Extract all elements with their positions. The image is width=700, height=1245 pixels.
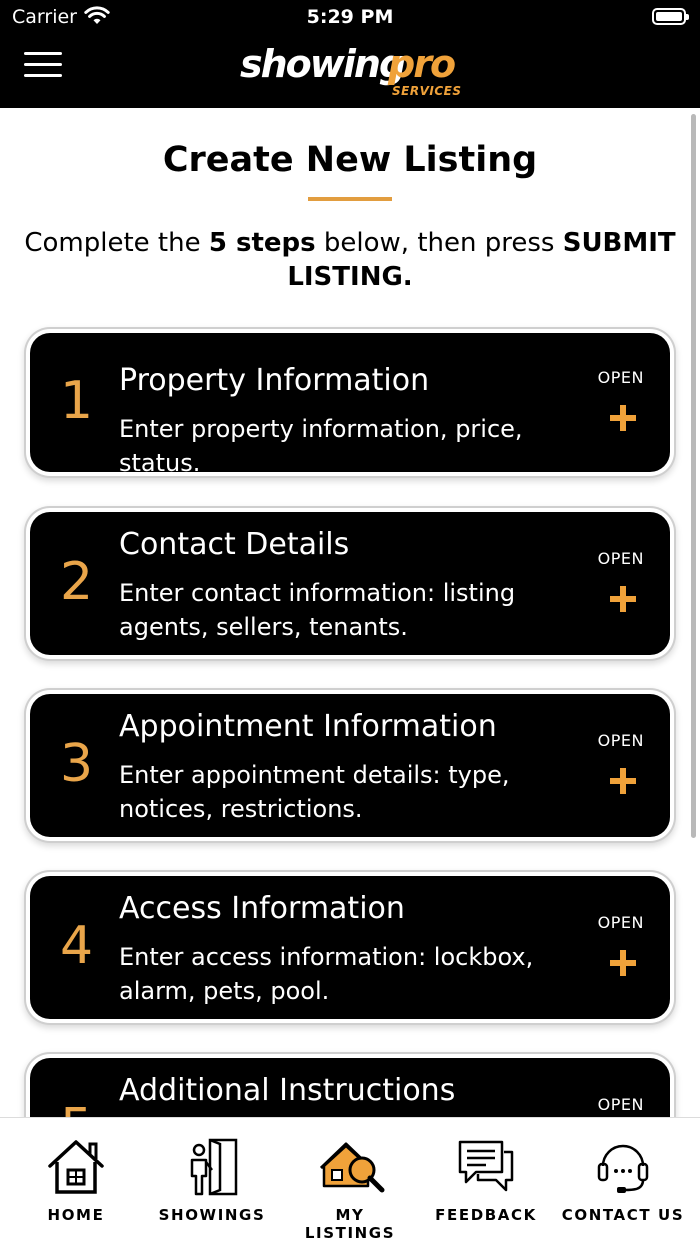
step-number: 4 bbox=[60, 916, 94, 976]
step-title: Access Information bbox=[119, 891, 405, 926]
feedback-icon bbox=[456, 1136, 516, 1196]
logo-word-pro: pro bbox=[388, 42, 456, 86]
intro-steps-count: 5 steps bbox=[208, 228, 316, 258]
step-number: 3 bbox=[60, 734, 94, 794]
plus-icon[interactable] bbox=[610, 586, 636, 612]
hamburger-menu-icon[interactable] bbox=[24, 52, 64, 78]
intro-middle: below, then press bbox=[315, 228, 563, 258]
scrollbar[interactable] bbox=[691, 114, 696, 838]
status-bar: Carrier 5:29 PM bbox=[0, 0, 700, 36]
battery-icon bbox=[652, 8, 689, 25]
nav-contact-us[interactable]: CONTACT US bbox=[561, 1118, 685, 1245]
plus-icon[interactable] bbox=[610, 405, 636, 431]
page-title: Create New Listing bbox=[162, 140, 538, 180]
my-listings-icon bbox=[319, 1136, 385, 1196]
step-card-appointment-information[interactable]: 3 Appointment Information Enter appointm… bbox=[30, 694, 670, 837]
nav-showings[interactable]: SHOWINGS bbox=[152, 1118, 272, 1245]
nav-my-listings[interactable]: MY LISTINGS bbox=[290, 1118, 410, 1245]
plus-icon[interactable] bbox=[610, 768, 636, 794]
plus-icon[interactable] bbox=[610, 950, 636, 976]
nav-contact-us-label: CONTACT US bbox=[561, 1206, 685, 1224]
nav-home[interactable]: HOME bbox=[16, 1118, 136, 1245]
step-title: Additional Instructions bbox=[119, 1073, 456, 1108]
step-title: Contact Details bbox=[119, 527, 350, 562]
nav-feedback[interactable]: FEEDBACK bbox=[426, 1118, 546, 1245]
step-description: Enter access information: lockbox, alarm… bbox=[119, 943, 534, 1005]
logo-word-showing: showing bbox=[240, 42, 406, 86]
step-description: Enter appointment details: type, notices… bbox=[119, 761, 510, 823]
title-underline bbox=[308, 197, 392, 201]
step-open-label[interactable]: OPEN bbox=[598, 913, 644, 932]
nav-showings-label: SHOWINGS bbox=[158, 1206, 266, 1224]
step-card-access-information[interactable]: 4 Access Information Enter access inform… bbox=[30, 876, 670, 1019]
bottom-nav: HOME SHOWINGS MY LISTINGS FEEDBACK CONTA… bbox=[0, 1117, 700, 1245]
nav-home-label: HOME bbox=[47, 1206, 105, 1224]
step-description: Enter property information, price, statu… bbox=[119, 415, 523, 477]
step-card-property-information[interactable]: 1 Property Information Enter property in… bbox=[30, 333, 670, 477]
step-card-contact-details[interactable]: 2 Contact Details Enter contact informat… bbox=[30, 512, 670, 655]
step-title: Appointment Information bbox=[119, 709, 497, 744]
showing-pro-logo: showing pro SERVICES bbox=[238, 42, 468, 102]
step-number: 2 bbox=[60, 552, 94, 612]
step-open-label[interactable]: OPEN bbox=[598, 731, 644, 750]
showings-icon bbox=[182, 1136, 242, 1196]
step-title: Property Information bbox=[119, 363, 430, 398]
nav-feedback-label: FEEDBACK bbox=[435, 1206, 537, 1224]
status-time: 5:29 PM bbox=[306, 6, 394, 28]
contact-us-icon bbox=[593, 1136, 653, 1196]
step-open-label[interactable]: OPEN bbox=[598, 368, 644, 387]
intro-prefix: Complete the bbox=[24, 228, 209, 258]
intro-text: Complete the 5 steps below, then press S… bbox=[20, 226, 680, 294]
logo-word-services: SERVICES bbox=[392, 84, 462, 98]
top-bar: Carrier 5:29 PM showing pro SERVICES bbox=[0, 0, 700, 108]
step-description: Enter contact information: listing agent… bbox=[119, 579, 516, 641]
nav-my-listings-label: MY LISTINGS bbox=[304, 1206, 396, 1242]
step-number: 1 bbox=[60, 371, 94, 431]
home-icon bbox=[46, 1136, 106, 1196]
step-open-label[interactable]: OPEN bbox=[598, 549, 644, 568]
step-open-label[interactable]: OPEN bbox=[598, 1095, 644, 1114]
